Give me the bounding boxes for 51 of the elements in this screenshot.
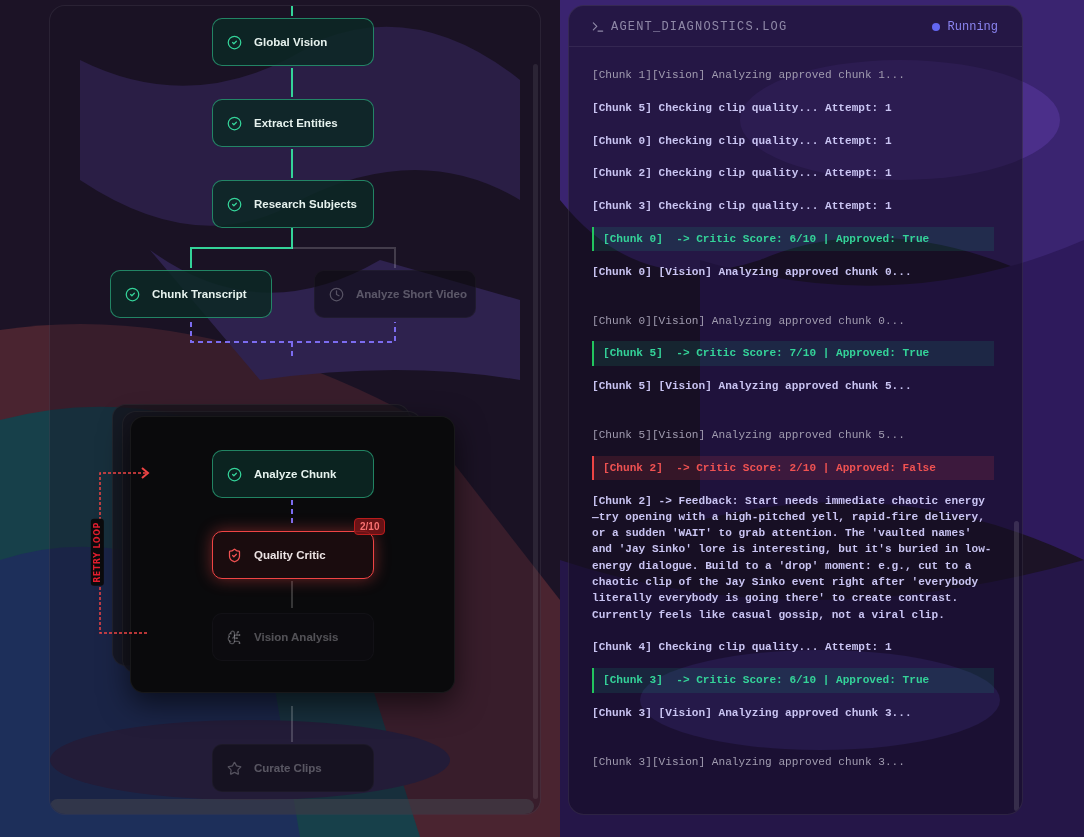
status-label: Running: [947, 20, 998, 34]
scrollbar[interactable]: [1014, 521, 1019, 811]
log-line: [Chunk 2] -> Feedback: Start needs immediate chaotic energy —try opening with a high-pitched yell, rapid-fire delivery, or a sudden 'WAIT' to grab attention. The 'vaulted names' and 'Jay Sinko' lore is interesting, but it's buried in low-energy dialogue. Build to a 'drop' moment: e.g., cut to a chaotic clip of the Jay Sinko event right after 'everybody literally everybody is going there' to create contrast. Currently feels like casual gossip, not a viral clip.: [592, 493, 993, 623]
log-line: [Chunk 3] [Vision] Analyzing approved chunk 3...: [592, 706, 913, 722]
log-line: [Chunk 2] Checking clip quality... Attempt: 1: [592, 166, 893, 182]
log-line: [Chunk 4] Checking clip quality... Attempt: 1: [592, 640, 893, 656]
node-label: Quality Critic: [254, 549, 326, 561]
scrollbar[interactable]: [533, 64, 538, 799]
brain-icon: [227, 629, 242, 645]
log-line: [Chunk 0] Checking clip quality... Attempt: 1: [592, 133, 893, 149]
node-label: Curate Clips: [254, 762, 322, 774]
log-line: [Chunk 5] Checking clip quality... Attempt: 1: [592, 100, 893, 116]
check-circle-icon: [227, 115, 242, 131]
check-circle-icon: [125, 286, 140, 302]
node-label: Research Subjects: [254, 198, 357, 210]
node-label: Chunk Transcript: [152, 288, 247, 300]
pipeline-node[interactable]: Chunk Transcript: [110, 270, 272, 318]
score-badge: 2/10: [354, 518, 386, 535]
star-icon: [227, 760, 242, 776]
log-line: [Chunk 1][Vision] Analyzing approved chunk 1...: [592, 68, 906, 83]
connector-line: [291, 6, 293, 17]
pipeline-node[interactable]: Analyze Chunk: [212, 450, 374, 498]
terminal-icon: [591, 20, 605, 34]
check-circle-icon: [227, 196, 242, 212]
connector-line: [291, 148, 293, 179]
node-label: Vision Analysis: [254, 631, 339, 643]
pipeline-node[interactable]: Global Vision: [212, 18, 374, 66]
log-line: [Chunk 5][Vision] Analyzing approved chunk 5...: [592, 427, 906, 443]
pipeline-node[interactable]: Research Subjects: [212, 180, 374, 228]
pipeline-node[interactable]: Extract Entities: [212, 99, 374, 147]
pipeline-node[interactable]: Quality Critic: [212, 531, 374, 579]
connector-line: [291, 705, 293, 743]
clock-icon: [329, 286, 344, 302]
connector-line: [291, 580, 293, 609]
scrollbar[interactable]: [50, 799, 534, 814]
log-title: AGENT_DIAGNOSTICS.LOG: [611, 20, 788, 34]
status-dot: [931, 23, 940, 31]
check-circle-icon: [227, 34, 242, 50]
node-label: Global Vision: [254, 36, 328, 48]
check-circle-icon: [227, 466, 242, 482]
retry-loop-label: RETRY LOOP: [90, 519, 104, 586]
node-label: Extract Entities: [254, 117, 338, 129]
connector-line: [291, 67, 293, 98]
log-line: [Chunk 0][Vision] Analyzing approved chunk 0...: [592, 313, 906, 329]
node-label: Analyze Short Video: [356, 288, 467, 300]
shield-check-icon: [227, 547, 242, 563]
node-label: Analyze Chunk: [254, 468, 337, 480]
log-line: [Chunk 5] [Vision] Analyzing approved chunk 5...: [592, 379, 913, 395]
log-line: [Chunk 3][Vision] Analyzing approved chunk 3...: [592, 754, 906, 770]
log-line: [Chunk 0] [Vision] Analyzing approved chunk 0...: [592, 264, 913, 280]
log-line: [Chunk 3] Checking clip quality... Attempt: 1: [592, 199, 893, 215]
